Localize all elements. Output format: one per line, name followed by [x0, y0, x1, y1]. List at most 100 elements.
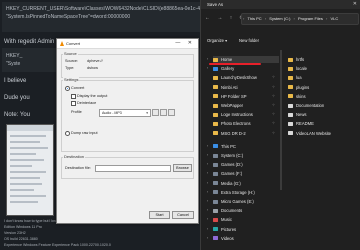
- pin-icon: ⊹: [271, 93, 275, 98]
- chevron-right-icon[interactable]: ›: [207, 207, 208, 214]
- source-value: dpheve://: [87, 59, 103, 63]
- cancel-button[interactable]: Cancel: [172, 211, 194, 219]
- chevron-right-icon[interactable]: ›: [207, 161, 208, 168]
- nav-item-label: Pictures: [221, 226, 237, 232]
- nav-item-label: Documents: [221, 208, 243, 214]
- chevron-right-icon[interactable]: ›: [207, 189, 208, 196]
- nav-item[interactable]: › Games (F:): [207, 170, 279, 177]
- browse-button[interactable]: Browse: [173, 164, 192, 172]
- nav-item[interactable]: HP Folder SP ⊹: [213, 93, 279, 100]
- nav-item[interactable]: LaunchyDeskShow ⊹: [213, 74, 279, 81]
- vlc-cone-icon: [60, 41, 64, 46]
- chevron-right-icon[interactable]: ›: [207, 56, 208, 63]
- nav-item[interactable]: › Extra Storage (H:): [207, 189, 279, 196]
- file-list: hrtfs locale lua plugins skins Documentation N…: [284, 50, 360, 250]
- folder-icon: [213, 85, 218, 90]
- code-line: "Syste: [6, 61, 21, 67]
- file-row[interactable]: locale: [288, 65, 307, 72]
- nav-item[interactable]: Loge Instructions ⊹: [213, 111, 279, 118]
- nav-item[interactable]: › Home: [207, 56, 279, 63]
- file-row[interactable]: News: [288, 111, 306, 118]
- nav-item-label: WebPapper: [221, 103, 244, 108]
- breadcrumb-item[interactable]: This PC: [246, 16, 262, 21]
- nav-item[interactable]: Photo Electrons ⊹: [213, 120, 279, 127]
- folder-icon: [213, 217, 218, 222]
- convert-titlebar[interactable]: Convert — ✕: [57, 39, 198, 49]
- chevron-right-icon[interactable]: ›: [207, 198, 208, 205]
- nav-item-label: This PC: [221, 143, 236, 149]
- file-icon: [288, 103, 293, 108]
- spec-edition: Edition Windows 11 Pro: [4, 225, 42, 229]
- chevron-right-icon[interactable]: ›: [207, 152, 208, 159]
- nav-item[interactable]: › Games (D:): [207, 161, 279, 168]
- destination-file-input[interactable]: [95, 165, 171, 172]
- breadcrumb-item[interactable]: VLC: [330, 16, 340, 21]
- nav-item[interactable]: › Gallery: [207, 65, 279, 72]
- save-as-dialog: Save As ✕ ← → ↑ ⟳ › This PC › System (C:…: [200, 0, 360, 250]
- deinterlace-checkbox[interactable]: [71, 101, 76, 106]
- nav-item[interactable]: › Music: [207, 216, 279, 223]
- file-row[interactable]: README: [288, 120, 314, 127]
- nav-item-label: Music: [221, 217, 232, 223]
- organize-button[interactable]: Organize ▾: [207, 38, 227, 43]
- nav-item[interactable]: › Pictures: [207, 226, 279, 233]
- file-row[interactable]: skins: [288, 93, 306, 100]
- folder-icon: [213, 181, 218, 186]
- folder-icon: [288, 75, 293, 80]
- chevron-right-icon[interactable]: ›: [207, 235, 208, 242]
- pin-icon: ⊹: [271, 121, 275, 126]
- nav-item-label: Games (F:): [221, 171, 243, 177]
- edit-profile-icon[interactable]: [152, 109, 159, 116]
- new-folder-button[interactable]: New folder: [239, 38, 259, 43]
- folder-icon: [213, 103, 218, 108]
- nav-item[interactable]: MSG DR D-2 ⊹: [213, 130, 279, 137]
- close-icon[interactable]: ✕: [353, 1, 357, 7]
- nav-item-label: Loge Instructions: [221, 112, 253, 118]
- file-row[interactable]: Documentation: [288, 102, 324, 109]
- chevron-right-icon[interactable]: ›: [207, 143, 208, 150]
- nav-item[interactable]: › Documents: [207, 207, 279, 214]
- breadcrumb[interactable]: › This PC › System (C:) › Program Files …: [241, 13, 359, 25]
- nav-item[interactable]: › Micro Games (E:): [207, 198, 279, 205]
- source-group: [61, 54, 194, 78]
- pin-icon: ⊹: [271, 112, 275, 117]
- chevron-right-icon[interactable]: ›: [207, 216, 208, 223]
- nav-item-label: HP Folder SP: [221, 93, 247, 99]
- file-row-label: lua: [296, 75, 302, 81]
- delete-profile-icon[interactable]: [160, 109, 167, 116]
- breadcrumb-item[interactable]: Program Files: [297, 16, 324, 21]
- nav-item[interactable]: › Media (G:): [207, 180, 279, 187]
- nav-item[interactable]: WebPapper ⊹: [213, 102, 279, 109]
- spec-version: Version 23H2: [4, 231, 26, 235]
- chevron-right-icon[interactable]: ›: [207, 180, 208, 187]
- nav-item-label: System (C:): [221, 153, 244, 158]
- folder-icon: [288, 57, 293, 62]
- window-controls[interactable]: — ✕: [175, 40, 195, 46]
- paragraph: Dude you: [4, 95, 30, 101]
- save-as-titlebar[interactable]: Save As ✕: [201, 0, 360, 9]
- nav-item[interactable]: › System (C:): [207, 152, 279, 159]
- profile-select[interactable]: Audio - MP3 ▾: [99, 109, 151, 117]
- chevron-right-icon[interactable]: ›: [207, 226, 208, 233]
- pin-icon: ⊹: [271, 84, 275, 89]
- file-row[interactable]: plugins: [288, 84, 309, 91]
- address-bar-row: ← → ↑ ⟳ › This PC › System (C:) › Progra…: [201, 10, 360, 27]
- file-row[interactable]: lua: [288, 74, 302, 81]
- file-row[interactable]: VideoLAN Website: [288, 130, 331, 137]
- chevron-right-icon[interactable]: ›: [207, 170, 208, 177]
- nav-item[interactable]: › Videos: [207, 235, 279, 242]
- breadcrumb-item[interactable]: System (C:): [268, 16, 291, 21]
- nav-item[interactable]: Nimbi Ati ⊹: [213, 84, 279, 91]
- start-button[interactable]: Start: [149, 211, 170, 219]
- attachment-thumbnail[interactable]: [6, 124, 54, 216]
- nav-item[interactable]: › This PC: [207, 143, 279, 150]
- convert-radio[interactable]: [65, 86, 70, 91]
- folder-icon: [288, 94, 293, 99]
- display-output-checkbox[interactable]: [71, 94, 76, 99]
- folder-icon: [288, 66, 293, 71]
- dump-raw-radio[interactable]: [65, 131, 70, 136]
- new-profile-icon[interactable]: [168, 109, 175, 116]
- nav-item-label: Extra Storage (H:): [221, 189, 255, 195]
- chevron-right-icon[interactable]: ›: [207, 65, 208, 72]
- file-row[interactable]: hrtfs: [288, 56, 304, 63]
